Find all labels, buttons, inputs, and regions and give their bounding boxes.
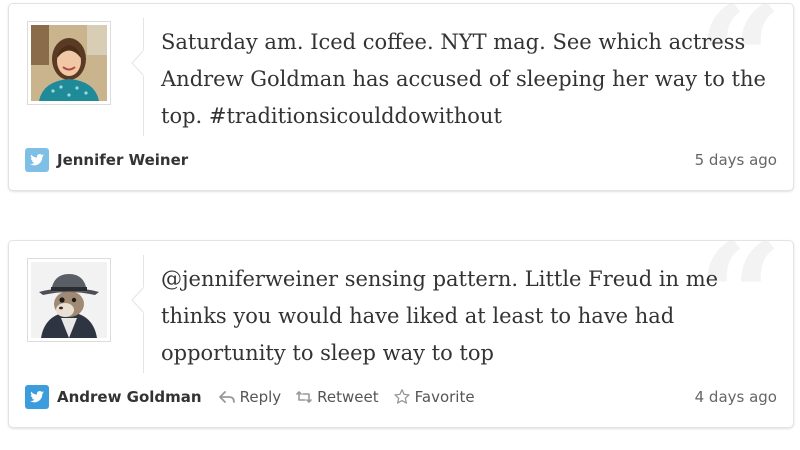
author-name[interactable]: Andrew Goldman: [57, 388, 202, 406]
squirrel-in-fedora-avatar-icon: [31, 262, 107, 338]
author-name[interactable]: Jennifer Weiner: [57, 151, 188, 169]
speech-notch: [131, 287, 144, 313]
favorite-label: Favorite: [414, 388, 475, 406]
tweet-text: Saturday am. Iced coffee. NYT mag. See w…: [161, 30, 766, 128]
retweet-label: Retweet: [317, 388, 379, 406]
speech-notch: [131, 50, 144, 76]
twitter-bird-icon[interactable]: [25, 148, 49, 172]
woman-portrait-avatar-icon: [31, 25, 107, 101]
favorite-button[interactable]: Favorite: [393, 388, 475, 406]
reply-icon: [218, 391, 235, 403]
tweet-text: @jenniferweiner sensing pattern. Little …: [161, 267, 719, 365]
author-avatar[interactable]: [27, 258, 111, 342]
tweet-card: “ @jenniferweiner sensing pattern. Littl…: [8, 240, 794, 428]
tweet-divider: [143, 255, 144, 373]
tweet-footer: Jennifer Weiner 5 days ago: [25, 148, 777, 172]
author-avatar[interactable]: [27, 21, 111, 105]
reply-button[interactable]: Reply: [218, 388, 282, 406]
star-icon: [393, 389, 410, 404]
tweet-footer: Andrew Goldman Reply Retweet Favorite 4 …: [25, 385, 777, 409]
tweet-timestamp[interactable]: 4 days ago: [695, 388, 777, 406]
retweet-button[interactable]: Retweet: [295, 388, 379, 406]
reply-label: Reply: [239, 388, 282, 406]
tweet-timestamp[interactable]: 5 days ago: [695, 151, 777, 169]
twitter-bird-icon[interactable]: [25, 385, 49, 409]
retweet-icon: [296, 391, 312, 403]
tweet-card: “ Saturday am. Iced coffee. NYT mag. See…: [8, 3, 794, 191]
tweet-divider: [143, 18, 144, 136]
